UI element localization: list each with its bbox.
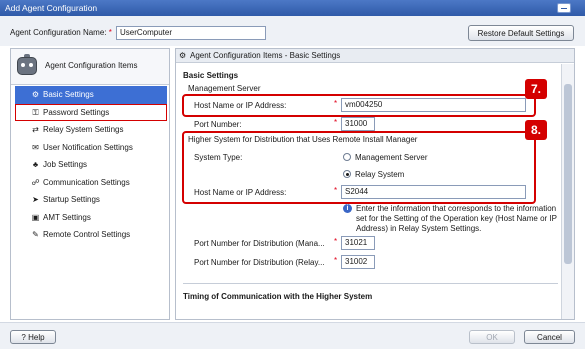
sidebar-header: Agent Configuration Items — [11, 49, 169, 85]
restore-defaults-button[interactable]: Restore Default Settings — [468, 25, 574, 41]
password-icon: ⚿ — [32, 107, 39, 117]
dist-port-relay-input[interactable]: 31002 — [341, 255, 375, 269]
sidebar-item-startup-settings[interactable]: ➤ Startup Settings — [15, 191, 167, 209]
sidebar-title: Agent Configuration Items — [45, 61, 138, 70]
timing-section-title: Timing of Communication with the Higher … — [183, 292, 373, 301]
communication-icon: ☍ — [31, 177, 40, 187]
required-mark: * — [334, 256, 338, 265]
dist-port-mana-label: Port Number for Distribution (Mana... — [194, 239, 325, 248]
scrollbar-thumb[interactable] — [564, 84, 572, 264]
management-server-label: Management Server — [188, 84, 261, 93]
required-mark: * — [334, 118, 338, 127]
basic-settings-icon: ⚙ — [31, 90, 40, 99]
required-mark: * — [334, 237, 338, 246]
dist-port-relay-label: Port Number for Distribution (Relay... — [194, 258, 325, 267]
callout-8-box — [182, 131, 536, 204]
config-name-input[interactable]: UserComputer — [116, 26, 266, 40]
minimize-button[interactable] — [557, 3, 571, 13]
sidebar-item-communication-settings[interactable]: ☍ Communication Settings — [15, 174, 167, 192]
window-title: Add Agent Configuration — [5, 3, 98, 13]
config-name-label: Agent Configuration Name: * — [10, 28, 112, 37]
cancel-button[interactable]: Cancel — [524, 330, 575, 344]
user-notification-icon: ✉ — [32, 142, 39, 152]
sidebar-item-password-settings[interactable]: ⚿ Password Settings — [15, 103, 167, 121]
info-text: Enter the information that corresponds t… — [356, 204, 557, 233]
sidebar-nav: ⚙ Basic Settings ⚿ Password Settings ⇄ R… — [15, 86, 167, 244]
title-bar: Add Agent Configuration — [0, 0, 585, 16]
required-mark: * — [108, 28, 112, 37]
callout-7-marker: 7. — [525, 79, 547, 99]
sidebar: Agent Configuration Items ⚙ Basic Settin… — [10, 48, 170, 320]
section-divider — [183, 283, 558, 284]
help-button[interactable]: ? Help — [10, 330, 56, 344]
job-icon: ♣ — [32, 160, 39, 169]
settings-panel: ⚙ Agent Configuration Items - Basic Sett… — [175, 48, 575, 320]
dist-port-mana-input[interactable]: 31021 — [341, 236, 375, 250]
remote-control-icon: ✎ — [32, 230, 39, 239]
vertical-scrollbar[interactable] — [561, 64, 574, 319]
panel-header: ⚙ Agent Configuration Items - Basic Sett… — [176, 49, 574, 63]
sidebar-item-basic-settings[interactable]: ⚙ Basic Settings — [15, 86, 167, 104]
mgmt-port-input[interactable]: 31000 — [341, 117, 375, 131]
ok-button[interactable]: OK — [469, 330, 515, 344]
footer-bar: ? Help OK Cancel — [0, 322, 585, 349]
callout-8-marker: 8. — [525, 120, 547, 140]
sidebar-item-user-notification-settings[interactable]: ✉ User Notification Settings — [15, 139, 167, 157]
agent-config-icon: ⚙ — [179, 51, 187, 60]
startup-icon: ➤ — [32, 195, 39, 204]
sidebar-item-relay-system-settings[interactable]: ⇄ Relay System Settings — [15, 121, 167, 139]
section-title: Basic Settings — [183, 71, 239, 80]
sidebar-item-job-settings[interactable]: ♣ Job Settings — [15, 156, 167, 174]
amt-icon: ▣ — [31, 212, 40, 222]
callout-7-box — [182, 94, 536, 117]
help-icon: ? — [21, 333, 26, 342]
relay-system-icon: ⇄ — [32, 125, 39, 134]
sidebar-item-remote-control-settings[interactable]: ✎ Remote Control Settings — [15, 226, 167, 244]
agent-robot-icon — [17, 54, 37, 75]
sidebar-item-amt-settings[interactable]: ▣ AMT Settings — [15, 209, 167, 227]
mgmt-port-label: Port Number: — [194, 120, 242, 129]
config-name-bar: Agent Configuration Name: * UserComputer… — [0, 16, 585, 46]
info-icon: i — [343, 204, 352, 213]
